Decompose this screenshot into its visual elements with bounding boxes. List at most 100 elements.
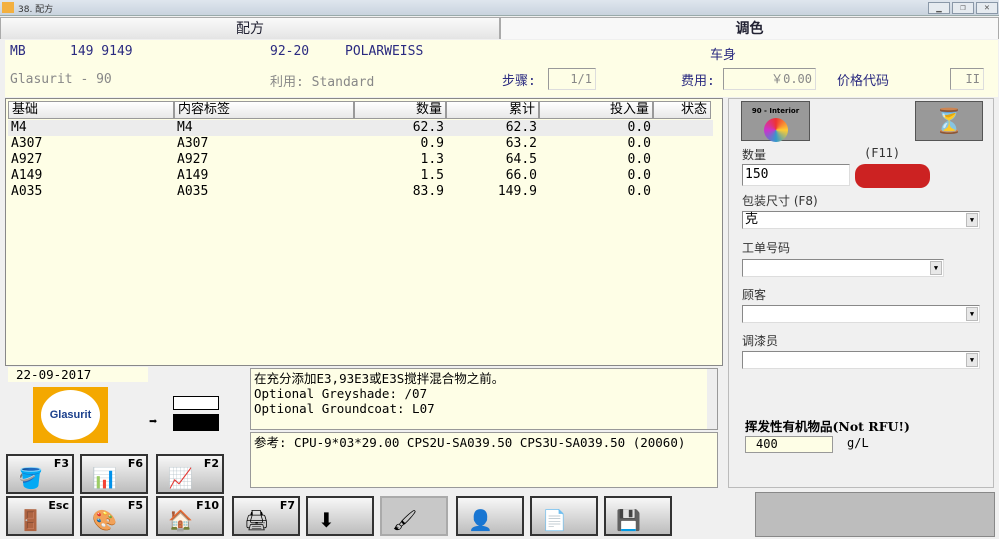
table-cell: 1.5 <box>420 168 444 183</box>
note-line: Optional Greyshade: /07 <box>254 386 428 401</box>
logo-text: Glasurit <box>41 390 100 440</box>
chevron-down-icon[interactable]: ▼ <box>966 307 978 321</box>
color-name: POLARWEISS <box>345 44 424 59</box>
table-cell: 0.0 <box>627 120 651 135</box>
add-chart-button[interactable]: F2 📈 <box>156 454 224 494</box>
table-row[interactable]: M4 M4 62.3 62.3 0.0 <box>8 120 713 136</box>
paint-can-icon <box>763 118 788 142</box>
customer-select[interactable]: ▼ <box>742 305 980 323</box>
notes-scrollbar[interactable] <box>707 369 717 429</box>
voc-unit: g/L <box>847 436 869 450</box>
date-label: 22-09-2017 <box>8 367 148 382</box>
price-code-field: II <box>950 68 984 90</box>
print-button[interactable]: F7 🖨 <box>232 496 300 536</box>
voc-label: 挥发性有机物品(Not RFU!) <box>745 419 910 434</box>
reference-box: 参考: CPU-9*03*29.00 CPS2U-SA039.50 CPS3U-… <box>250 432 718 488</box>
table-cell: A149 <box>11 168 43 183</box>
car-icon[interactable] <box>855 164 930 188</box>
shortcut-key: F2 <box>203 457 219 470</box>
pack-size-value: 克 <box>745 212 759 227</box>
home-icon: 🏠 <box>168 508 193 532</box>
table-cell: A035 <box>11 184 43 199</box>
pour-button[interactable]: F3 🪣 <box>6 454 74 494</box>
hourglass-icon: ⏳ <box>934 107 964 135</box>
note-line: Optional Groundcoat: L07 <box>254 401 435 416</box>
window-title: 38. 配方 <box>18 5 54 15</box>
table-cell: A035 <box>177 184 209 199</box>
hourglass-button[interactable]: ⏳ <box>915 101 983 141</box>
app-icon <box>2 2 14 13</box>
shortcut-key: F6 <box>127 457 143 470</box>
chevron-down-icon[interactable]: ▼ <box>930 261 942 275</box>
formula-table: 基础 内容标签 数量 累计 投入量 状态 M4 M4 62.3 62.3 0.0 A307… <box>5 98 723 366</box>
brand-label: Glasurit - 90 <box>10 72 112 87</box>
brush-button[interactable]: 🖌 <box>380 496 448 536</box>
mixer-label: 调漆员 <box>742 334 779 348</box>
print-icon: 🖨 <box>244 508 270 532</box>
table-cell: 0.9 <box>420 136 444 151</box>
table-cell: 0.0 <box>627 184 651 199</box>
table-row[interactable]: A035 A035 83.9 149.9 0.0 <box>8 184 713 200</box>
table-cell: M4 <box>11 120 27 135</box>
mixing-panel: 90 - Interior ⏳ 数量 (F11) 150 包装尺寸 (F8) 克… <box>728 98 994 488</box>
home-button[interactable]: F10 🏠 <box>156 496 224 536</box>
download-button[interactable]: ⬇ <box>306 496 374 536</box>
table-cell: 63.2 <box>505 136 537 151</box>
pack-size-select[interactable]: 克 ▼ <box>742 211 980 229</box>
shortcut-key: F5 <box>127 499 143 512</box>
col-header-label[interactable]: 内容标签 <box>174 101 354 119</box>
col-header-cumulative[interactable]: 累计 <box>446 101 539 119</box>
col-header-status[interactable]: 状态 <box>653 101 711 119</box>
restore-button[interactable]: ❐ <box>952 2 974 14</box>
table-cell: 62.3 <box>505 120 537 135</box>
col-header-base[interactable]: 基础 <box>8 101 174 119</box>
glasurit-logo: Glasurit <box>33 387 108 443</box>
user-report-button[interactable]: 👤 <box>456 496 524 536</box>
mixer-select[interactable]: ▼ <box>742 351 980 369</box>
table-row[interactable]: A927 A927 1.3 64.5 0.0 <box>8 152 713 168</box>
col-header-quantity[interactable]: 数量 <box>354 101 446 119</box>
status-box <box>755 492 995 537</box>
brush-icon: 🖌 <box>392 508 418 532</box>
exit-button[interactable]: Esc 🚪 <box>6 496 74 536</box>
close-button[interactable]: ✕ <box>976 2 998 14</box>
add-chart-icon: 📈 <box>168 466 193 490</box>
order-number-label: 工单号码 <box>742 241 791 255</box>
order-number-select[interactable]: ▼ <box>742 259 944 277</box>
formula-info-panel: MB 149 9149 92-20 POLARWEISS 车身 Glasurit… <box>5 40 998 97</box>
tab-mixing[interactable]: 调色 <box>500 17 999 39</box>
table-cell: M4 <box>177 120 193 135</box>
user-report-icon: 👤 <box>468 508 493 532</box>
copy-button[interactable]: 📄 <box>530 496 598 536</box>
color-swatch-white <box>173 396 219 410</box>
notes-box[interactable]: 在充分添加E3,93E3或E3S搅拌混合物之前。 Optional Greysh… <box>250 368 718 430</box>
table-row[interactable]: A307 A307 0.9 63.2 0.0 <box>8 136 713 152</box>
save-button[interactable]: 💾 <box>604 496 672 536</box>
usage-label: 利用: Standard <box>270 75 375 90</box>
color-back-button[interactable]: F5 🎨 <box>80 496 148 536</box>
interior-label: 90 - Interior <box>751 107 800 115</box>
table-cell: 83.9 <box>412 184 444 199</box>
chevron-down-icon[interactable]: ▼ <box>966 213 978 227</box>
interior-button[interactable]: 90 - Interior <box>741 101 810 142</box>
minimize-button[interactable]: ▁ <box>928 2 950 14</box>
table-row[interactable]: A149 A149 1.5 66.0 0.0 <box>8 168 713 184</box>
cost-label: 费用: <box>681 74 715 89</box>
pour-icon: 🪣 <box>18 466 43 490</box>
shortcut-key: F10 <box>196 499 219 512</box>
shortcut-key: Esc <box>48 499 69 512</box>
step-field: 1/1 <box>548 68 596 90</box>
arrow-icon: ➡ <box>149 414 158 430</box>
tab-formula[interactable]: 配方 <box>0 17 500 39</box>
col-header-added[interactable]: 投入量 <box>539 101 653 119</box>
remove-button[interactable]: F6 📊 <box>80 454 148 494</box>
save-icon: 💾 <box>616 508 641 532</box>
table-cell: A307 <box>177 136 209 151</box>
shortcut-key: F7 <box>279 499 295 512</box>
chevron-down-icon[interactable]: ▼ <box>966 353 978 367</box>
qty-input[interactable]: 150 <box>742 164 850 186</box>
voc-field: 400 <box>745 436 833 453</box>
color-code: 92-20 <box>270 44 310 59</box>
shortcut-key: F3 <box>53 457 69 470</box>
exit-icon: 🚪 <box>18 508 43 532</box>
